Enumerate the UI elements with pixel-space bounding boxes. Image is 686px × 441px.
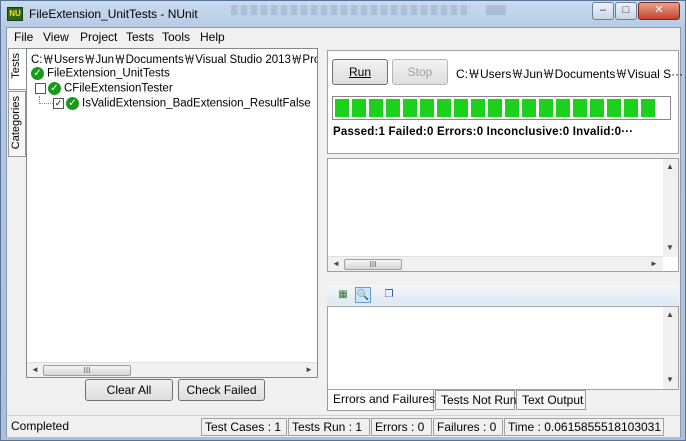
progress-segment: [556, 99, 570, 117]
pass-icon: ✓: [66, 97, 79, 110]
tree-node-label: FileExtension_UnitTests: [47, 67, 170, 80]
scroll-down-icon[interactable]: ▼: [664, 374, 676, 386]
nunit-app-icon: NU: [7, 7, 23, 21]
progress-segment: [590, 99, 604, 117]
pass-icon: ✓: [48, 82, 61, 95]
progress-segment: [488, 99, 502, 117]
menu-file[interactable]: File: [14, 30, 33, 44]
tree-node-label: IsValidExtension_BadExtension_ResultFals…: [82, 97, 311, 110]
progress-segment: [522, 99, 536, 117]
progress-bar: [332, 96, 671, 120]
tab-tests-label: Tests: [10, 53, 22, 79]
menu-tests[interactable]: Tests: [126, 30, 154, 44]
run-button[interactable]: Run: [332, 59, 388, 85]
tree-node-assembly[interactable]: ✓ FileExtension_UnitTests: [31, 67, 170, 80]
progress-segment: [352, 99, 366, 117]
blurred-background-text: [486, 5, 506, 15]
progress-segment: [539, 99, 553, 117]
tab-errors-and-failures[interactable]: Errors and Failures: [327, 390, 435, 411]
check-failed-button[interactable]: Check Failed: [178, 379, 265, 401]
minimize-button[interactable]: –: [592, 2, 614, 20]
progress-segment: [437, 99, 451, 117]
tab-tests-not-run[interactable]: Tests Not Run: [435, 390, 516, 410]
find-icon[interactable]: 🔍: [355, 287, 371, 303]
results-toolbar: ▦ 🔍 ❐: [327, 285, 679, 305]
nunit-window: NU FileExtension_UnitTests - NUnit – □ ✕…: [0, 0, 686, 441]
pass-icon: ✓: [31, 67, 44, 80]
scroll-right-icon[interactable]: ►: [303, 364, 315, 376]
tree-node-checkbox[interactable]: [35, 83, 46, 94]
window-title: FileExtension_UnitTests - NUnit: [29, 7, 198, 21]
blurred-background-text: [231, 5, 471, 15]
run-path-label: C:￦Users￦Jun￦Documents￦Visual S···: [456, 67, 684, 81]
stack-trace-panel[interactable]: ▲ ▼: [327, 306, 679, 390]
close-button[interactable]: ✕: [638, 2, 680, 20]
error-list[interactable]: ▲ ▼ ◄ III ►: [327, 158, 679, 272]
status-state: Completed: [11, 419, 70, 433]
tree-horizontal-scrollbar[interactable]: ◄ III ►: [27, 362, 317, 377]
tree-node-fixture[interactable]: ✓ CFileExtensionTester: [35, 82, 173, 95]
error-list-horizontal-scrollbar[interactable]: ◄ III ►: [328, 256, 663, 271]
menu-view[interactable]: View: [43, 30, 69, 44]
title-bar[interactable]: NU FileExtension_UnitTests - NUnit – □ ✕: [1, 1, 685, 27]
progress-segment: [335, 99, 349, 117]
copy-icon[interactable]: ❐: [381, 287, 397, 303]
menu-bar: File View Project Tests Tools Help: [7, 28, 680, 46]
scroll-right-icon[interactable]: ►: [648, 258, 660, 270]
scroll-down-icon[interactable]: ▼: [664, 242, 676, 254]
status-failures: Failures : 0: [433, 418, 503, 436]
error-list-vertical-scrollbar[interactable]: ▲ ▼: [663, 159, 678, 257]
menu-project[interactable]: Project: [80, 30, 117, 44]
progress-segment: [573, 99, 587, 117]
run-summary: Passed:1 Failed:0 Errors:0 Inconclusive:…: [333, 126, 634, 138]
progress-segment: [403, 99, 417, 117]
tab-categories[interactable]: Categories: [8, 91, 26, 157]
tab-text-output[interactable]: Text Output: [516, 390, 586, 410]
menu-help[interactable]: Help: [200, 30, 225, 44]
progress-segment: [505, 99, 519, 117]
scroll-left-icon[interactable]: ◄: [330, 258, 342, 270]
tab-categories-label: Categories: [10, 96, 22, 150]
progress-segment: [641, 99, 655, 117]
tree-root-path: C:￦Users￦Jun￦Documents￦Visual Studio 201…: [31, 54, 318, 66]
side-tab-strip: Tests Categories: [8, 48, 26, 418]
stack-trace-icon[interactable]: ▦: [335, 287, 351, 303]
tab-tests[interactable]: Tests: [8, 48, 26, 90]
run-button-label: Run: [348, 65, 371, 79]
tree-node-label: CFileExtensionTester: [64, 82, 173, 95]
tree-node-test[interactable]: ✓ ✓ IsValidExtension_BadExtension_ResultFa…: [53, 97, 311, 110]
scroll-up-icon[interactable]: ▲: [664, 309, 676, 321]
client-area: File View Project Tests Tools Help Tests…: [6, 27, 683, 437]
scroll-up-icon[interactable]: ▲: [664, 161, 676, 173]
scroll-left-icon[interactable]: ◄: [29, 364, 41, 376]
status-bar: Completed Test Cases : 1 Tests Run : 1 E…: [7, 415, 680, 437]
tree-node-checkbox[interactable]: ✓: [53, 98, 64, 109]
status-errors: Errors : 0: [371, 418, 432, 436]
maximize-button[interactable]: □: [615, 2, 637, 20]
scroll-thumb[interactable]: III: [43, 365, 131, 376]
progress-segment: [369, 99, 383, 117]
stop-button[interactable]: Stop: [392, 59, 448, 85]
tree-connector: [39, 96, 53, 104]
stack-trace-vertical-scrollbar[interactable]: ▲ ▼: [663, 307, 678, 389]
menu-tools[interactable]: Tools: [162, 30, 190, 44]
progress-segment: [471, 99, 485, 117]
progress-segment: [386, 99, 400, 117]
run-panel: Run Stop C:￦Users￦Jun￦Documents￦Visual S…: [327, 50, 683, 154]
scroll-thumb[interactable]: III: [344, 259, 402, 270]
status-test-cases: Test Cases : 1: [201, 418, 287, 436]
clear-all-button[interactable]: Clear All: [85, 379, 173, 401]
progress-segment: [624, 99, 638, 117]
progress-segment: [607, 99, 621, 117]
status-time: Time : 0.0615855518103031: [504, 418, 664, 436]
test-tree[interactable]: C:￦Users￦Jun￦Documents￦Visual Studio 201…: [26, 48, 318, 378]
progress-segment: [454, 99, 468, 117]
status-tests-run: Tests Run : 1: [288, 418, 370, 436]
progress-segment: [420, 99, 434, 117]
